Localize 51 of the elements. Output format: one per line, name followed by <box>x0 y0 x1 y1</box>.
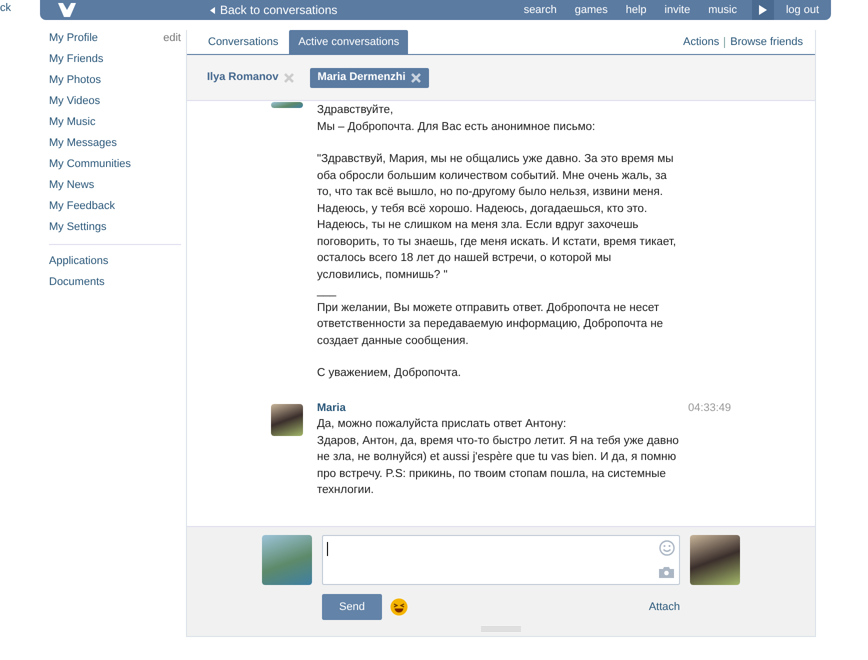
header-link[interactable]: music <box>708 2 737 18</box>
resize-handle-icon[interactable] <box>481 626 521 632</box>
tab[interactable]: Active conversations <box>289 30 408 54</box>
back-link[interactable]: Back to conversations <box>220 1 338 19</box>
landscape-photo-placeholder <box>262 535 312 585</box>
conversation-chip[interactable]: Ilya Romanov <box>199 68 302 88</box>
avatar-photo-placeholder <box>690 535 740 585</box>
sidebar-item[interactable]: My Music <box>49 114 96 131</box>
message-text: Здравствуйте, Мы – Добропочта. Для Вас есть анонимное письмо: <box>317 103 596 134</box>
message-input[interactable] <box>322 535 680 585</box>
logout-link[interactable]: log out <box>786 2 819 18</box>
header-link[interactable]: games <box>574 2 608 18</box>
sidebar-item[interactable]: Documents <box>49 274 105 291</box>
smiley-icon[interactable] <box>659 540 675 556</box>
sender-name[interactable]: Maria <box>317 400 346 416</box>
message-text: "Здравствуй, Мария, мы не общались уже давно. За это время мы оба обросли большим количеством событий. Мне очень жаль, за то, что так всё вышло, но по-другому было нельзя, извини меня. Надеюсь, у тебя всё хорошо. Надеюсь, догадаешься, кто это. Надеюсь, ты не слишком на меня зла. Если вдруг захочешь поговорить, то ты знаешь, где меня искать. И кстати, время тикает, осталось всего 18 лет до нашей встречи, о которой мы условились, помнишь? " ___ При желании, Вы можете отправить ответ. Добропочта не несет ответственности за передаваемую информацию, Добропочта не создает данные сообщения. <box>317 152 678 348</box>
sidebar-item[interactable]: My Friends <box>49 51 104 68</box>
sidebar-item[interactable]: My Videos <box>49 93 100 110</box>
header-link[interactable]: search <box>524 2 557 18</box>
attach-link[interactable]: Attach <box>648 598 680 616</box>
play-icon <box>758 5 767 15</box>
sidebar-item[interactable]: My Settings <box>49 219 106 236</box>
send-button[interactable]: Send <box>322 594 382 620</box>
play-button[interactable] <box>752 0 774 20</box>
chip-label: Maria Dermenzhi <box>318 70 406 86</box>
camera-icon[interactable] <box>659 566 674 578</box>
header-link[interactable]: invite <box>664 2 690 18</box>
sidebar-item[interactable]: My Messages <box>49 135 117 152</box>
message-text: Да, можно пожалуйста прислать ответ Антону: Здаров, Антон, да, время что-то быстро летит. Я на тебя уже давно не зла, не волнуйся) et aussi j'espère que tu vas bien. И да, я помню про встречу. P.S: прикинь, по твоим стопам пошла, на системные технлогии. <box>317 417 679 498</box>
avatar-photo-placeholder <box>271 404 303 436</box>
close-icon[interactable] <box>284 72 294 82</box>
sidebar-item[interactable]: My Communities <box>49 156 131 173</box>
corner-link[interactable]: ck <box>0 0 11 16</box>
chip-label: Ilya Romanov <box>207 70 279 86</box>
tab[interactable]: Conversations <box>199 30 288 54</box>
message-text: С уважением, Добропочта. <box>317 366 462 381</box>
sidebar-item[interactable]: Applications <box>49 253 108 270</box>
action-link[interactable]: Browse friends <box>730 34 803 50</box>
sidebar-item[interactable]: My Photos <box>49 72 101 89</box>
left-arrow-icon <box>210 6 215 14</box>
laughing-emoji-icon[interactable] <box>390 598 408 616</box>
sidebar-item[interactable]: My Profile <box>49 30 98 47</box>
close-icon[interactable] <box>410 72 421 82</box>
sidebar-item[interactable]: My Feedback <box>49 198 116 215</box>
header-link[interactable]: help <box>626 2 647 18</box>
sidebar-item[interactable]: My News <box>49 177 94 194</box>
conversation-chip[interactable]: Maria Dermenzhi <box>310 68 429 88</box>
landscape-photo-placeholder <box>271 102 303 108</box>
action-link[interactable]: Actions <box>683 34 720 50</box>
message-time: 04:33:49 <box>688 400 731 416</box>
edit-link[interactable]: edit <box>163 30 181 47</box>
